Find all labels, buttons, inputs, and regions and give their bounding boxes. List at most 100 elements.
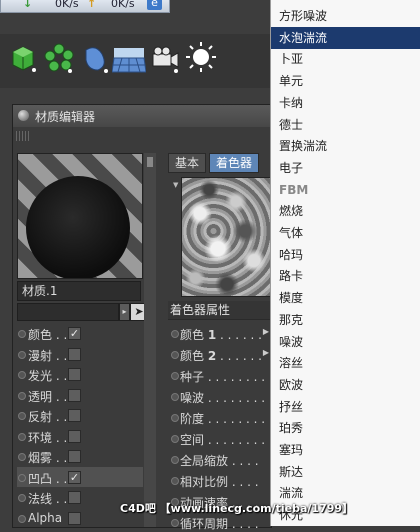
browser-icon[interactable]: e bbox=[147, 0, 162, 10]
property-label-dots: . . . . . . bbox=[216, 349, 262, 363]
menu-item[interactable]: 抒丝 bbox=[271, 396, 420, 418]
expand-arrow-icon[interactable]: ▶ bbox=[263, 348, 269, 357]
camera-icon[interactable] bbox=[148, 40, 182, 76]
cube-icon[interactable] bbox=[6, 40, 40, 76]
shader-property-row[interactable]: 空间 . . . . . . . . bbox=[168, 428, 271, 448]
menu-item[interactable]: 路卡 bbox=[271, 265, 420, 287]
menu-item[interactable]: 卡纳 bbox=[271, 92, 420, 114]
menu-item[interactable]: 水泡湍流 bbox=[271, 26, 420, 49]
material-name-field[interactable]: 材质.1 bbox=[17, 281, 141, 301]
shader-properties-header: 着色器属性 bbox=[168, 301, 273, 320]
channel-label: 颜色 . . bbox=[28, 328, 68, 342]
dropdown-arrow-icon[interactable]: ▸ bbox=[119, 303, 130, 321]
channel-checkbox[interactable] bbox=[68, 368, 81, 381]
menu-item[interactable]: 德士 bbox=[271, 114, 420, 136]
floor-icon[interactable] bbox=[111, 40, 147, 76]
menu-item[interactable]: 气体 bbox=[271, 222, 420, 244]
property-dot-icon bbox=[171, 372, 179, 380]
collapse-triangle-icon[interactable]: ▼ bbox=[173, 181, 178, 189]
property-label-number: 2 bbox=[207, 349, 217, 363]
material-preview[interactable] bbox=[17, 153, 143, 279]
property-dot-icon bbox=[171, 414, 179, 422]
noise-type-menu: 方形噪波 水泡湍流 卜亚 单元 卡纳 德士 置换湍流 电子 FBM 燃烧 气体 哈玛 路卡 模度 那克 噪波溶… bbox=[270, 0, 420, 526]
tab-basic[interactable]: 基本 bbox=[168, 153, 207, 173]
channel-checkbox[interactable]: ✓ bbox=[68, 470, 81, 484]
scrollbar-thumb[interactable] bbox=[147, 157, 153, 167]
channel-label: 法线 . . bbox=[28, 492, 68, 506]
menu-item[interactable]: FBM bbox=[271, 179, 420, 201]
property-label-text: 全局缩放 . . . . bbox=[180, 454, 259, 468]
cloner-icon[interactable] bbox=[42, 40, 76, 76]
channel-row[interactable]: 环境 . . bbox=[17, 426, 143, 446]
property-label: 相对比例 . . . . bbox=[180, 473, 259, 490]
channel-label: 漫射 . . bbox=[28, 348, 68, 363]
channel-label: 透明 . . bbox=[28, 389, 68, 404]
channel-checkbox[interactable] bbox=[68, 409, 81, 422]
property-label: 循环周期 . . . . bbox=[180, 515, 259, 532]
channel-row[interactable]: 反射 . . bbox=[17, 405, 143, 425]
channel-dot-icon bbox=[18, 350, 26, 359]
shader-property-row[interactable]: 种子 . . . . . . . . bbox=[168, 365, 271, 385]
channel-checkbox[interactable] bbox=[68, 511, 81, 525]
menu-item[interactable]: 噪波 bbox=[271, 331, 420, 353]
property-label-dots: . . . . . . bbox=[216, 328, 262, 342]
menu-item[interactable]: 单元 bbox=[271, 70, 420, 92]
channel-checkbox[interactable]: ✓ bbox=[68, 327, 81, 340]
material-dropdown[interactable] bbox=[17, 303, 119, 321]
shader-property-row[interactable]: 全局缩放 . . . . bbox=[168, 449, 271, 469]
property-dot-icon bbox=[171, 435, 179, 443]
menu-item[interactable]: 珀秀 bbox=[271, 417, 420, 439]
channel-row[interactable]: 透明 . . bbox=[17, 385, 143, 405]
deformer-icon[interactable] bbox=[78, 40, 112, 76]
shader-property-row[interactable]: 颜色 1 . . . . . . ▶ bbox=[168, 323, 271, 343]
channel-dot-icon bbox=[18, 432, 26, 441]
upload-speed: 0K/s bbox=[111, 0, 135, 10]
channel-row[interactable]: 凹凸 . . ✓ bbox=[17, 466, 143, 487]
property-label-text: 空间 . . . . . . . . bbox=[180, 433, 266, 447]
channel-row[interactable]: 发光 . . bbox=[17, 364, 143, 384]
shader-property-row[interactable]: 噪波 . . . . . . . . bbox=[168, 386, 271, 406]
scrollbar[interactable] bbox=[144, 153, 156, 527]
light-icon[interactable] bbox=[184, 40, 218, 76]
property-label-text: 阶度 . . . . . . . . bbox=[180, 412, 266, 426]
shader-property-row[interactable]: 颜色 2 . . . . . . ▶ bbox=[168, 344, 271, 364]
channel-checkbox[interactable] bbox=[68, 347, 81, 361]
channel-checkbox[interactable] bbox=[68, 388, 81, 402]
grip-handle[interactable] bbox=[16, 131, 30, 141]
menu-item[interactable]: 模度 bbox=[271, 287, 420, 309]
menu-item[interactable]: 卜亚 bbox=[271, 48, 420, 70]
menu-item[interactable]: 欧波 bbox=[271, 374, 420, 396]
menu-item[interactable]: 斯达 bbox=[271, 461, 420, 483]
channel-row[interactable]: 颜色 . . ✓ bbox=[17, 323, 143, 343]
tab-shader[interactable]: 着色器 bbox=[209, 153, 260, 173]
channel-row[interactable]: 漫射 . . bbox=[17, 344, 143, 364]
shader-property-row[interactable]: 相对比例 . . . . bbox=[168, 470, 271, 490]
channel-dot-icon bbox=[18, 371, 26, 379]
download-speed: 0K/s bbox=[55, 0, 79, 10]
property-label-text: 种子 . . . . . . . . bbox=[180, 370, 266, 384]
menu-item[interactable]: 方形噪波 bbox=[271, 5, 420, 27]
menu-item[interactable]: 燃烧 bbox=[271, 200, 420, 222]
channel-label: 环境 . . bbox=[28, 430, 68, 445]
property-label: 阶度 . . . . . . . . bbox=[180, 410, 265, 427]
menu-item[interactable]: 塞玛 bbox=[271, 439, 420, 461]
shader-property-row[interactable]: 阶度 . . . . . . . . bbox=[168, 407, 271, 427]
watermark: C4D吧 【www.linecg.com/tieba/1799】 bbox=[120, 502, 354, 515]
menu-item[interactable]: 那克 bbox=[271, 309, 420, 331]
property-label: 种子 . . . . . . . . bbox=[180, 368, 265, 385]
channel-row[interactable]: 烟雾 . . bbox=[17, 446, 143, 466]
property-label: 噪波 . . . . . . . . bbox=[180, 389, 265, 406]
property-dot-icon bbox=[171, 456, 179, 464]
property-label-text: 颜色 bbox=[180, 328, 208, 342]
channel-dot-icon bbox=[18, 473, 26, 482]
menu-item[interactable]: 置换湍流 bbox=[271, 135, 420, 157]
menu-item[interactable]: 电子 bbox=[271, 157, 420, 179]
channel-checkbox[interactable] bbox=[68, 429, 81, 443]
channel-checkbox[interactable] bbox=[68, 450, 81, 463]
menu-item[interactable]: 哈玛 bbox=[271, 244, 420, 266]
expand-arrow-icon[interactable]: ▶ bbox=[263, 327, 269, 336]
menu-item[interactable]: 溶丝 bbox=[271, 352, 420, 374]
property-dot-icon bbox=[171, 351, 179, 359]
window-titlebar[interactable]: 材质编辑器 bbox=[13, 105, 271, 127]
channel-checkbox[interactable] bbox=[68, 491, 81, 504]
